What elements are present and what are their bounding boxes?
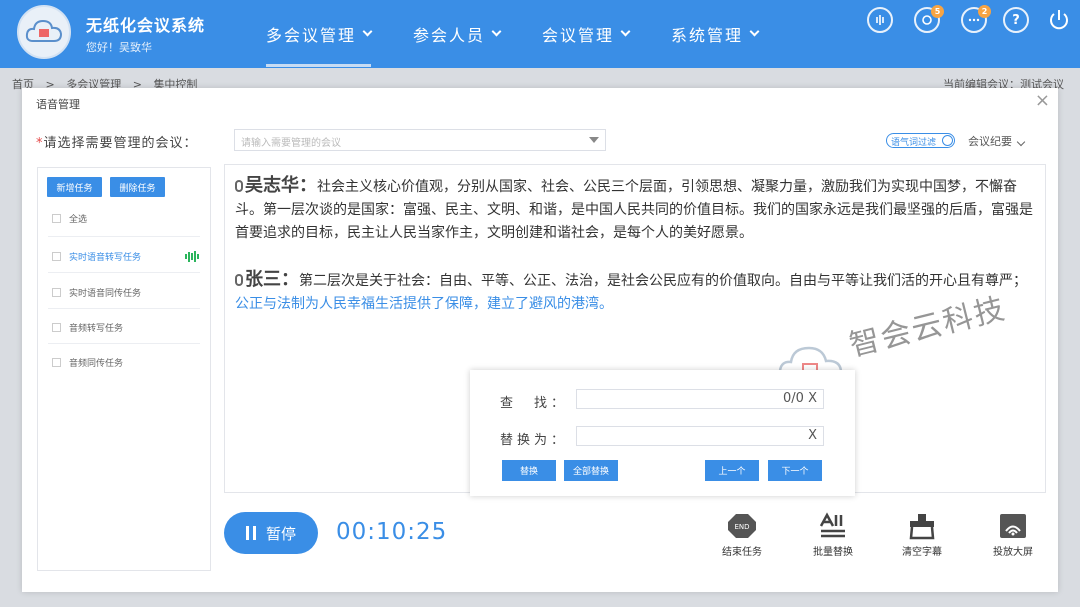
voice-wave-icon[interactable] [867,7,893,33]
voice-management-modal: 语音管理 × *请选择需要管理的会议： 请输入需要管理的会议 语气词过滤 会议纪… [22,88,1058,592]
select-all-checkbox[interactable]: 全选 [52,212,87,225]
chevron-down-icon [1016,137,1026,147]
batch-replace-button[interactable]: 批量替换 [803,512,863,558]
find-input[interactable]: 0/0 X [576,389,824,409]
help-icon[interactable]: ? [1003,7,1029,33]
microphone-icon [235,180,243,192]
chevron-down-icon [491,26,502,37]
pause-button[interactable]: 暂停 [224,512,318,554]
end-task-icon: END [727,512,757,540]
power-icon[interactable] [1046,7,1072,33]
svg-text:END: END [734,523,749,531]
highlighted-text: 公正与法制为人民幸福生活提供了保障，建立了避风的港湾。 [235,296,613,312]
task-item-realtime-transcribe[interactable]: 实时语音转写任务 [52,250,141,263]
chevron-down-icon [749,26,760,37]
dropdown-arrow-icon [589,137,599,143]
chevron-down-icon [362,26,373,37]
top-header: 无纸化会议系统 您好！吴致华 多会议管理 参会人员 会议管理 系统管理 5 2 … [0,0,1080,68]
next-button[interactable]: 下一个 [768,460,822,481]
meeting-select-label: *请选择需要管理的会议： [36,136,198,151]
task-item-audio-interpret[interactable]: 音频同传任务 [52,356,123,369]
add-task-button[interactable]: 新增任务 [47,177,102,197]
meeting-select[interactable]: 请输入需要管理的会议 [234,129,606,151]
system-title: 无纸化会议系统 [86,16,206,35]
find-replace-panel: 查 找： 0/0 X 替换为： X 替换 全部替换 上一个 下一个 [470,370,855,496]
nav-participants[interactable]: 参会人员 [413,0,502,68]
speaker-name: 张三： [245,269,299,290]
cast-screen-button[interactable]: 投放大屏 [983,512,1043,558]
task-panel: 新增任务 删除任务 全选 实时语音转写任务 实时语音同传任务 音频转写任务 音频… [37,167,211,571]
find-label: 查 找： [500,396,569,411]
logo-icon [17,5,71,59]
replace-button[interactable]: 替换 [502,460,556,481]
toggle-knob [942,135,954,146]
end-task-button[interactable]: END 结束任务 [712,512,772,558]
chevron-down-icon [620,26,631,37]
main-nav: 多会议管理 参会人员 会议管理 系统管理 [266,0,800,68]
message-icon[interactable]: 2 [961,5,991,33]
notification-icon[interactable]: 5 [914,5,944,33]
clear-icon[interactable]: X [808,428,817,443]
close-icon[interactable]: × [1035,90,1050,111]
batch-replace-icon [818,512,848,540]
microphone-icon [235,274,243,286]
speaker-name: 吴志华： [245,175,317,196]
filler-word-filter-toggle[interactable]: 语气词过滤 [886,133,956,148]
notification-badge: 5 [931,5,944,18]
replace-input[interactable]: X [576,426,824,446]
pause-icon [245,526,256,540]
replace-all-button[interactable]: 全部替换 [564,460,618,481]
clear-icon[interactable]: X [808,391,817,406]
task-item-audio-transcribe[interactable]: 音频转写任务 [52,321,123,334]
audio-active-icon [185,251,200,262]
elapsed-timer: 00:10:25 [336,519,448,545]
replace-label: 替换为： [500,433,569,448]
nav-system-management[interactable]: 系统管理 [671,0,760,68]
modal-title: 语音管理 [36,98,80,111]
clear-subtitles-icon [907,512,937,540]
user-greeting: 您好！吴致华 [86,41,152,54]
nav-multi-meeting[interactable]: 多会议管理 [266,0,373,68]
clear-subtitles-button[interactable]: 清空字幕 [892,512,952,558]
transcript-paragraph: 吴志华：社会主义核心价值观，分别从国家、社会、公民三个层面，引领思想、凝聚力量，… [235,175,1033,241]
previous-button[interactable]: 上一个 [705,460,759,481]
nav-meeting-management[interactable]: 会议管理 [542,0,631,68]
delete-task-button[interactable]: 删除任务 [110,177,165,197]
cast-screen-icon [998,512,1028,540]
message-badge: 2 [978,5,991,18]
meeting-minutes-dropdown[interactable]: 会议纪要 [968,133,1026,149]
task-item-realtime-interpret[interactable]: 实时语音同传任务 [52,286,141,299]
